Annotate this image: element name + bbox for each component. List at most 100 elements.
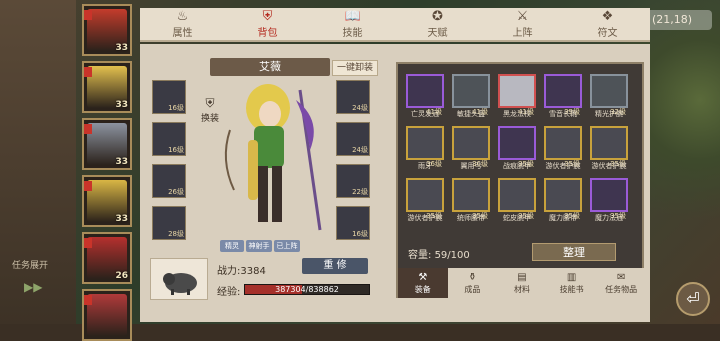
equipment-slot[interactable]: 26级 — [152, 164, 186, 198]
equipment-slot[interactable]: 24级 — [336, 80, 370, 114]
category-tab-label: 材料 — [513, 284, 530, 294]
tab-label: 天赋 — [427, 27, 448, 39]
item-name: 蛇皮腕甲 — [503, 214, 531, 222]
character-card[interactable] — [82, 289, 132, 341]
crossed-swords-icon: ⚔ — [516, 8, 529, 24]
inventory-item[interactable]: 41级 黑龙法杖 — [498, 74, 536, 118]
item-icon — [498, 126, 536, 160]
character-card[interactable]: 26 — [82, 232, 132, 284]
party-flag-icon — [84, 181, 92, 191]
tab-label: 上阵 — [512, 27, 533, 39]
hero-braid — [248, 140, 258, 200]
hero-bow — [224, 129, 235, 191]
equipment-slot[interactable]: 16级 — [336, 206, 370, 240]
inventory-item[interactable]: 35级 游伏者护腕 — [544, 126, 582, 170]
combat-power: 战力:3384 — [217, 266, 266, 277]
item-name: 敏捷头盔 — [457, 110, 485, 118]
character-level: 33 — [115, 214, 128, 224]
category-tab-3[interactable]: ▥ 技能书 — [547, 268, 597, 298]
equipment-slot[interactable]: 16级 — [152, 80, 186, 114]
tab-5[interactable]: ❖ 符文 — [565, 8, 650, 40]
left-side-strip — [0, 0, 76, 324]
back-arrow-button[interactable]: ⏎ — [676, 282, 710, 316]
inventory-item[interactable]: 41级 敏捷头盔 — [452, 74, 490, 118]
slot-level: 26级 — [168, 188, 184, 196]
party-flag-icon — [84, 124, 92, 134]
category-tab-0[interactable]: ⚒ 装备 — [398, 268, 448, 298]
character-level: 33 — [115, 43, 128, 53]
inventory-item[interactable]: 35级 游伏者护腕 — [406, 178, 444, 222]
item-icon — [452, 178, 490, 212]
tab-label: 符文 — [597, 27, 618, 39]
skillbook-icon: ▥ — [566, 271, 577, 283]
inventory-item[interactable]: 35级 游伏者护腕 — [590, 126, 628, 170]
quest-icon: ✉ — [616, 271, 626, 283]
item-name: 魔力腰带 — [549, 214, 577, 222]
material-icon: ▤ — [517, 271, 527, 283]
retrain-button[interactable]: 重 修 — [302, 258, 368, 274]
exp-bar: 387304/838862 — [244, 284, 370, 295]
character-card[interactable]: 33 — [82, 118, 132, 170]
potion-icon: ⚱ — [468, 271, 477, 283]
category-tab-label: 任务物品 — [605, 284, 638, 294]
slot-level: 16级 — [168, 104, 184, 112]
tab-0[interactable]: ♨ 属性 — [140, 8, 225, 40]
equipment-slot[interactable]: 22级 — [336, 164, 370, 198]
character-level: 26 — [115, 271, 128, 281]
inventory-item[interactable]: 35级 魔力法冠 — [590, 178, 628, 222]
rune-icon: ❖ — [601, 8, 614, 24]
inventory-item[interactable]: 35级 统师腰带 — [452, 178, 490, 222]
unequip-all-button[interactable]: 一键卸装 — [332, 60, 378, 76]
item-icon — [406, 74, 444, 108]
hero-portrait — [224, 84, 322, 231]
equipment-slot[interactable]: 28级 — [152, 206, 186, 240]
pet-slot[interactable] — [150, 258, 208, 300]
tab-3[interactable]: ✪ 天赋 — [395, 8, 480, 40]
inventory-item[interactable]: 35级 蛇皮腕甲 — [498, 178, 536, 222]
inventory-item[interactable]: 41级 亡灵发冠 — [406, 74, 444, 118]
exp-text: 387304/838862 — [275, 285, 339, 294]
inventory-item[interactable]: 35级 魔力腰带 — [544, 178, 582, 222]
capacity-readout: 容量: 59/100 — [408, 250, 470, 261]
flame-icon: ♨ — [176, 8, 189, 24]
exp-label: 经验: — [217, 287, 241, 298]
equipment-slot[interactable]: 16级 — [152, 122, 186, 156]
character-card[interactable]: 33 — [82, 175, 132, 227]
item-name: 精光护腕 — [595, 110, 623, 118]
equipment-slot[interactable]: 24级 — [336, 122, 370, 156]
task-expand-link[interactable]: 任务展开 — [12, 258, 48, 271]
character-avatar — [87, 294, 127, 336]
boar-icon — [163, 273, 197, 295]
item-icon — [544, 178, 582, 212]
category-tab-label: 成品 — [464, 284, 481, 294]
tab-label: 属性 — [172, 27, 193, 39]
hero-leg-left — [258, 166, 268, 222]
inventory-item[interactable]: 36级 翼用弓 — [452, 126, 490, 170]
item-name: 游伏者护腕 — [407, 214, 443, 222]
tab-label: 背包 — [257, 27, 278, 39]
inventory-item[interactable]: 32级 精光护腕 — [590, 74, 628, 118]
tab-1[interactable]: ⛨ 背包 — [225, 8, 310, 40]
inventory-item[interactable]: 35级 战痕腕甲 — [498, 126, 536, 170]
category-tab-4[interactable]: ✉ 任务物品 — [596, 268, 646, 298]
category-tab-1[interactable]: ⚱ 成品 — [448, 268, 498, 298]
slot-level: 22级 — [352, 188, 368, 196]
armor-icon: ⛨ — [262, 8, 273, 24]
item-name: 魔力法冠 — [595, 214, 623, 222]
inventory-item[interactable]: 39级 雪音长靴 — [544, 74, 582, 118]
slot-level: 24级 — [352, 146, 368, 154]
item-icon — [406, 178, 444, 212]
tab-2[interactable]: 📖 技能 — [310, 8, 395, 40]
item-icon — [544, 74, 582, 108]
item-icon — [498, 74, 536, 108]
character-card[interactable]: 33 — [82, 61, 132, 113]
inventory-item[interactable]: 36级 雨牙 — [406, 126, 444, 170]
item-icon — [452, 74, 490, 108]
tab-4[interactable]: ⚔ 上阵 — [480, 8, 565, 40]
character-level: 33 — [115, 157, 128, 167]
category-tab-2[interactable]: ▤ 材料 — [497, 268, 547, 298]
character-card[interactable]: 33 — [82, 4, 132, 56]
item-name: 黑龙法杖 — [503, 110, 531, 118]
top-tab-bar: ♨ 属性 ⛨ 背包 📖 技能 ✪ 天赋 ⚔ 上阵 ❖ 符文 — [140, 8, 650, 42]
sort-button[interactable]: 整理 — [532, 243, 616, 261]
